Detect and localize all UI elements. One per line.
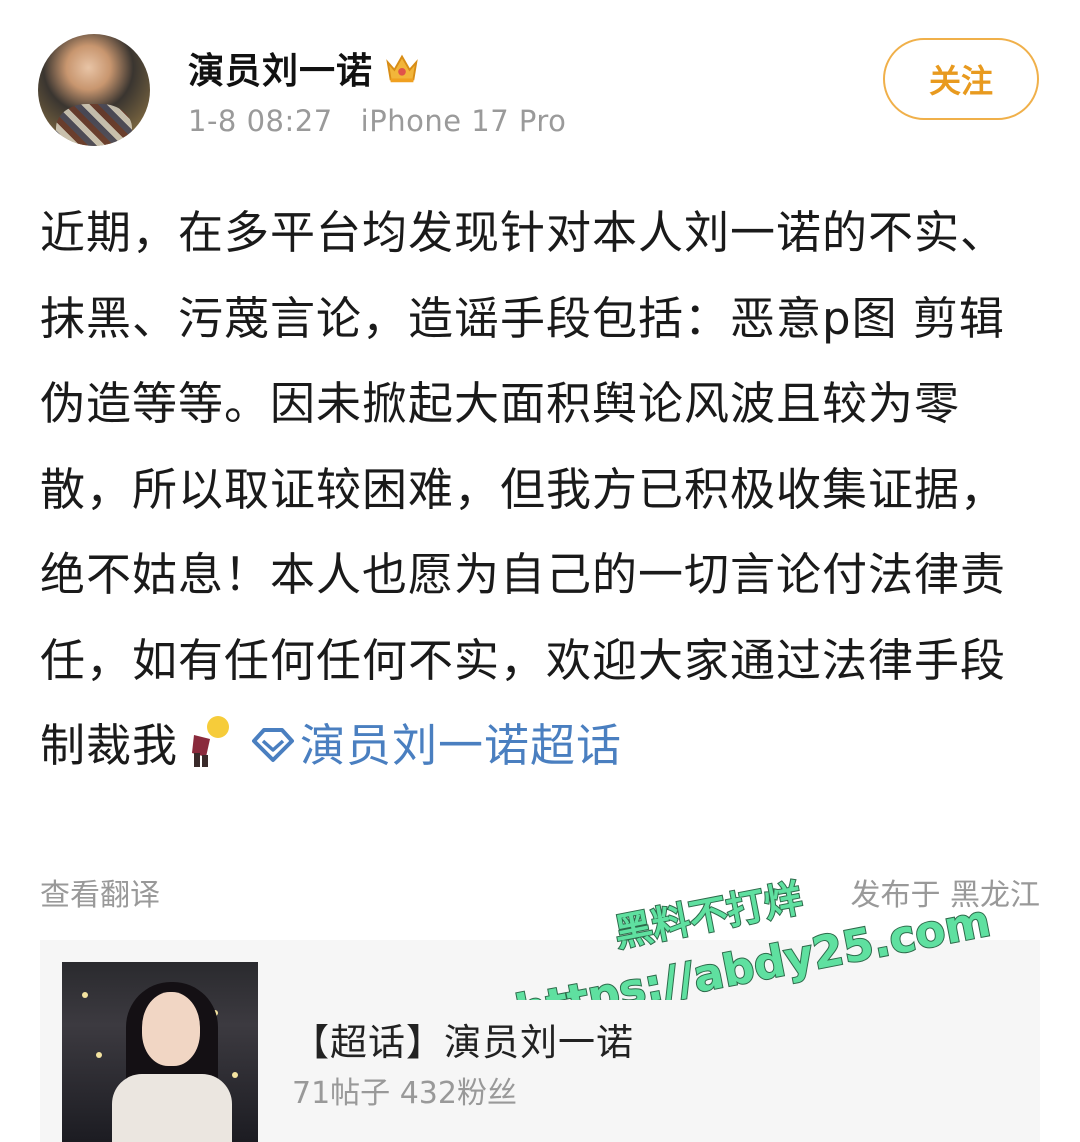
watermark: 黑料不打烊 https://abdy25.com [511,875,996,1000]
post-device: iPhone 17 Pro [360,104,567,138]
crown-badge-icon [386,54,418,83]
username-text: 演员刘一诺 [188,51,374,92]
supertopic-link[interactable]: 演员刘一诺超话 [300,719,622,772]
post-body: 近期，在多平台均发现针对本人刘一诺的不实、抹黑、污蔑言论，造谣手段包括：恶意p图… [40,190,1045,789]
translate-link[interactable]: 查看翻译 [40,870,160,914]
supertopic-thumbnail [62,962,258,1142]
bowing-person-emoji-icon [192,716,230,767]
supertopic-diamond-icon [252,728,295,762]
post-meta: 1-8 08:27 iPhone 17 Pro [188,104,566,138]
user-avatar[interactable] [38,34,150,146]
supertopic-card-title: 【超话】演员刘一诺 [292,1021,634,1064]
follow-button[interactable]: 关注 [883,38,1039,120]
username[interactable]: 演员刘一诺 [188,42,421,94]
post-time: 1-8 08:27 [188,104,333,138]
supertopic-card-stats: 71帖子 432粉丝 [292,1076,517,1111]
post-text: 近期，在多平台均发现针对本人刘一诺的不实、抹黑、污蔑言论，造谣手段包括：恶意p图… [40,206,1007,772]
